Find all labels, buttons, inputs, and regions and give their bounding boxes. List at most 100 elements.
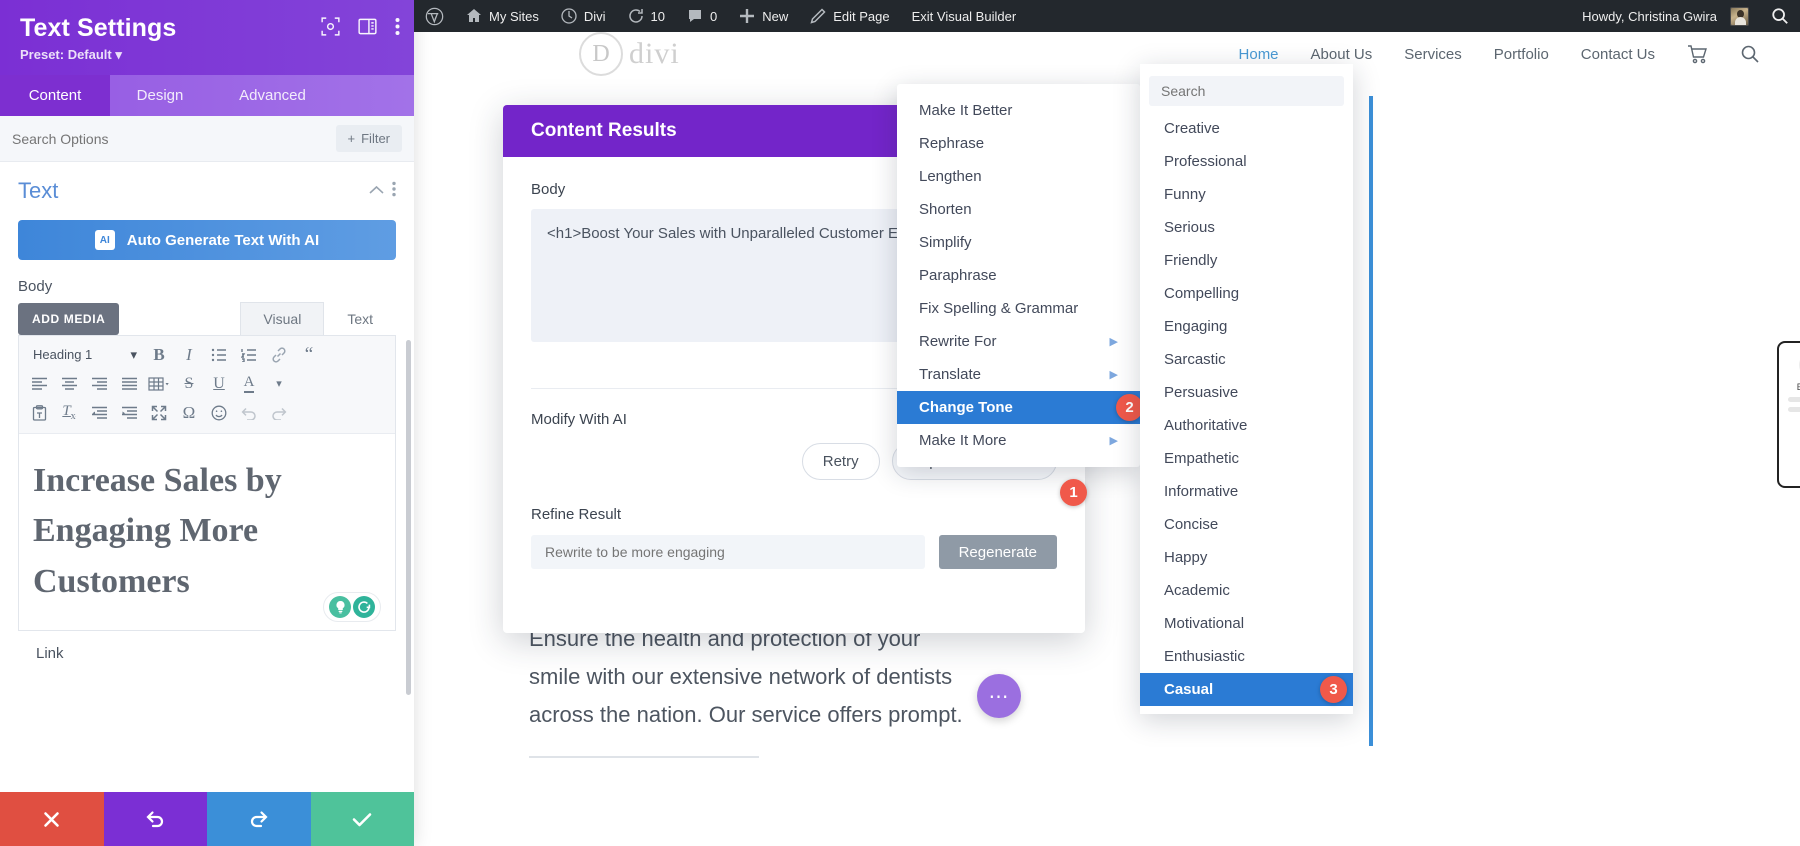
auto-generate-text-with-ai-button[interactable]: AI Auto Generate Text With AI (18, 220, 396, 260)
refine-input[interactable] (531, 535, 925, 569)
nav-link-portfolio[interactable]: Portfolio (1494, 46, 1549, 63)
redo-icon[interactable] (265, 400, 293, 426)
tone-item-engaging[interactable]: Engaging (1140, 310, 1353, 343)
tone-item-motivational[interactable]: Motivational (1140, 607, 1353, 640)
redo-button[interactable] (207, 792, 311, 846)
ai-menu-item-make-it-more[interactable]: Make It More ▶ (897, 424, 1140, 457)
blockquote-icon[interactable]: “ (295, 342, 323, 368)
regenerate-button[interactable]: Regenerate (938, 535, 1057, 569)
admin-bar-new[interactable]: New (728, 0, 799, 32)
tab-text[interactable]: Text (324, 302, 396, 335)
tone-item-academic[interactable]: Academic (1140, 574, 1353, 607)
filter-button[interactable]: + Filter (335, 125, 402, 152)
tab-design[interactable]: Design (110, 75, 210, 116)
tab-content[interactable]: Content (0, 75, 110, 116)
nav-link-contact-us[interactable]: Contact Us (1581, 46, 1655, 63)
tone-item-informative[interactable]: Informative (1140, 475, 1353, 508)
align-left-icon[interactable] (25, 371, 53, 397)
retry-button[interactable]: Retry (801, 442, 880, 480)
nav-link-home[interactable]: Home (1239, 46, 1279, 63)
align-center-icon[interactable] (55, 371, 83, 397)
tone-item-enthusiastic[interactable]: Enthusiastic (1140, 640, 1353, 673)
chevron-up-icon[interactable] (369, 182, 384, 200)
strikethrough-icon[interactable]: S (175, 371, 203, 397)
grammarly-widget[interactable] (323, 592, 381, 622)
outdent-icon[interactable] (85, 400, 113, 426)
chevron-down-icon[interactable]: ▾ (265, 371, 293, 397)
clear-formatting-icon[interactable]: Tx (55, 400, 83, 426)
fullscreen-icon[interactable] (145, 400, 173, 426)
ai-menu-item-shorten[interactable]: Shorten (897, 193, 1140, 226)
tab-visual[interactable]: Visual (240, 302, 325, 335)
ellipsis-icon[interactable]: ⋯ (977, 674, 1021, 718)
paste-as-text-icon[interactable] (25, 400, 53, 426)
format-select[interactable]: Heading 1 ▾ (25, 347, 143, 363)
target-icon[interactable] (321, 17, 340, 36)
admin-bar-edit-page[interactable]: Edit Page (799, 0, 900, 32)
ai-menu-item-simplify[interactable]: Simplify (897, 226, 1140, 259)
undo-button[interactable] (103, 792, 207, 846)
emoji-icon[interactable] (205, 400, 233, 426)
ai-menu-item-change-tone[interactable]: Change Tone 2 (897, 391, 1143, 424)
link-icon[interactable] (265, 342, 293, 368)
add-media-button[interactable]: ADD MEDIA (18, 303, 120, 335)
tone-item-creative[interactable]: Creative (1140, 112, 1353, 145)
kebab-menu-icon[interactable] (392, 181, 396, 202)
layout-icon[interactable] (358, 17, 377, 36)
table-icon[interactable] (145, 371, 173, 397)
ai-menu-item-rephrase[interactable]: Rephrase (897, 127, 1140, 160)
align-right-icon[interactable] (85, 371, 113, 397)
search-input[interactable] (12, 130, 336, 147)
ai-menu-item-translate[interactable]: Translate ▶ (897, 358, 1140, 391)
special-character-icon[interactable]: Ω (175, 400, 203, 426)
tone-item-serious[interactable]: Serious (1140, 211, 1353, 244)
underline-icon[interactable]: U (205, 371, 233, 397)
ai-menu-item-paraphrase[interactable]: Paraphrase (897, 259, 1140, 292)
tone-item-professional[interactable]: Professional (1140, 145, 1353, 178)
tone-search-input[interactable] (1149, 76, 1344, 106)
nav-link-services[interactable]: Services (1404, 46, 1462, 63)
kebab-menu-icon[interactable] (395, 17, 400, 36)
preset-selector[interactable]: Preset: Default ▾ (20, 47, 394, 63)
align-justify-icon[interactable] (115, 371, 143, 397)
bulleted-list-icon[interactable] (205, 342, 233, 368)
admin-bar-wordpress-logo[interactable] (414, 0, 455, 32)
lightbulb-icon[interactable] (329, 596, 351, 618)
ai-menu-item-lengthen[interactable]: Lengthen (897, 160, 1140, 193)
cart-icon[interactable] (1687, 44, 1708, 64)
numbered-list-icon[interactable] (235, 342, 263, 368)
admin-bar-divi[interactable]: Divi (550, 0, 617, 32)
tone-item-compelling[interactable]: Compelling (1140, 277, 1353, 310)
admin-bar-exit-visual-builder[interactable]: Exit Visual Builder (901, 0, 1028, 32)
tab-advanced[interactable]: Advanced (210, 75, 335, 116)
admin-bar-comments[interactable]: 0 (676, 0, 728, 32)
save-button[interactable] (310, 792, 414, 846)
tone-item-sarcastic[interactable]: Sarcastic (1140, 343, 1353, 376)
site-logo[interactable]: D divi (579, 32, 680, 76)
tone-item-friendly[interactable]: Friendly (1140, 244, 1353, 277)
undo-icon[interactable] (235, 400, 263, 426)
admin-bar-search[interactable] (1760, 0, 1800, 32)
grammarly-icon[interactable] (353, 596, 375, 618)
indent-icon[interactable] (115, 400, 143, 426)
admin-bar-updates[interactable]: 10 (617, 0, 676, 32)
search-icon[interactable] (1740, 44, 1760, 64)
ai-menu-item-fix-spelling-grammar[interactable]: Fix Spelling & Grammar (897, 292, 1140, 325)
admin-bar-account[interactable]: Howdy, Christina Gwira (1571, 0, 1760, 32)
bold-icon[interactable]: B (145, 342, 173, 368)
tone-item-concise[interactable]: Concise (1140, 508, 1353, 541)
ai-menu-item-make-it-better[interactable]: Make It Better (897, 94, 1140, 127)
nav-link-about-us[interactable]: About Us (1311, 46, 1373, 63)
tone-item-happy[interactable]: Happy (1140, 541, 1353, 574)
editor-content-area[interactable]: Increase Sales by Engaging More Customer… (19, 434, 395, 630)
admin-bar-my-sites[interactable]: My Sites (455, 0, 550, 32)
tone-item-empathetic[interactable]: Empathetic (1140, 442, 1353, 475)
italic-icon[interactable]: I (175, 342, 203, 368)
ai-menu-item-rewrite-for[interactable]: Rewrite For ▶ (897, 325, 1140, 358)
text-color-icon[interactable]: A (235, 371, 263, 397)
tone-item-casual[interactable]: Casual 3 (1140, 673, 1353, 706)
panel-scrollbar[interactable] (406, 340, 411, 695)
tone-item-authoritative[interactable]: Authoritative (1140, 409, 1353, 442)
tone-item-persuasive[interactable]: Persuasive (1140, 376, 1353, 409)
cancel-button[interactable] (0, 792, 104, 846)
